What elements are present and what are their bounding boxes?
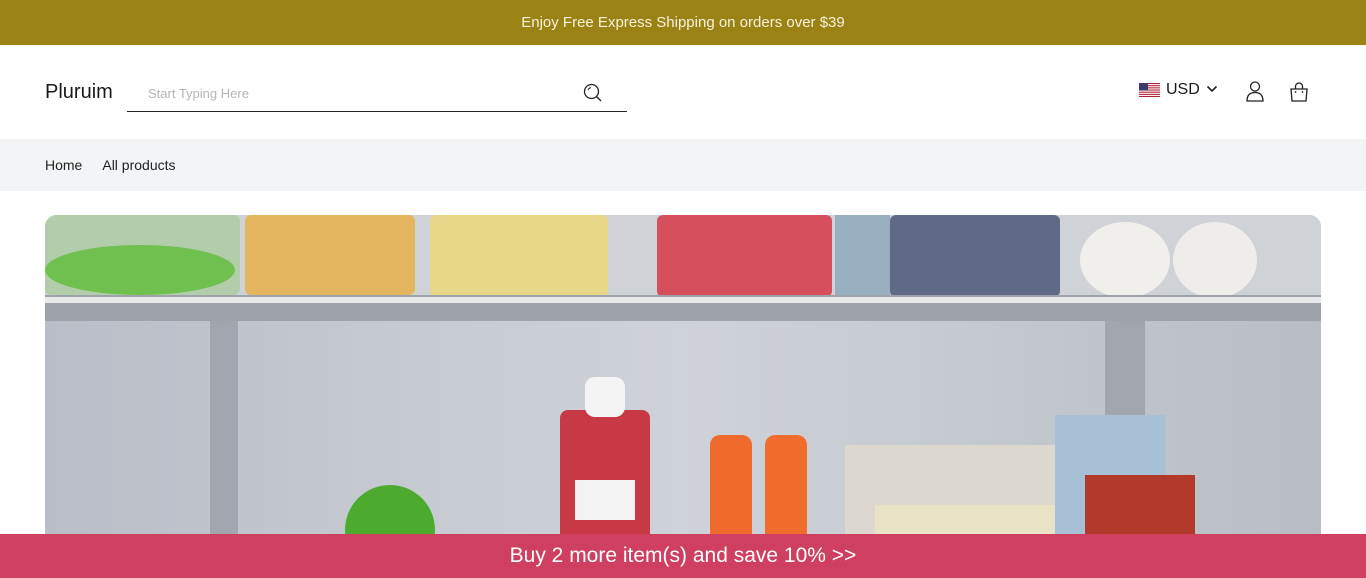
- breadcrumb: Home All products: [0, 139, 1366, 191]
- breadcrumb-all-products[interactable]: All products: [102, 157, 175, 173]
- us-flag-icon: [1139, 83, 1160, 97]
- site-logo[interactable]: Pluruim: [45, 81, 113, 104]
- currency-selector[interactable]: USD: [1139, 81, 1218, 99]
- user-icon[interactable]: [1244, 80, 1266, 102]
- shopping-bag-icon[interactable]: [1288, 81, 1310, 103]
- search-input[interactable]: [127, 78, 567, 108]
- promo-bar[interactable]: Buy 2 more item(s) and save 10% >>: [0, 534, 1366, 578]
- promo-text: Buy 2 more item(s) and save 10% >>: [509, 544, 857, 567]
- currency-code: USD: [1166, 81, 1200, 98]
- chevron-down-icon: [1206, 81, 1218, 99]
- announcement-text: Enjoy Free Express Shipping on orders ov…: [521, 14, 845, 31]
- announcement-bar: Enjoy Free Express Shipping on orders ov…: [0, 0, 1366, 45]
- hero-banner-image: [45, 215, 1321, 578]
- breadcrumb-home[interactable]: Home: [45, 157, 82, 173]
- search-icon[interactable]: [583, 83, 603, 103]
- site-header: Pluruim USD: [0, 45, 1366, 139]
- search-bar: [127, 75, 627, 112]
